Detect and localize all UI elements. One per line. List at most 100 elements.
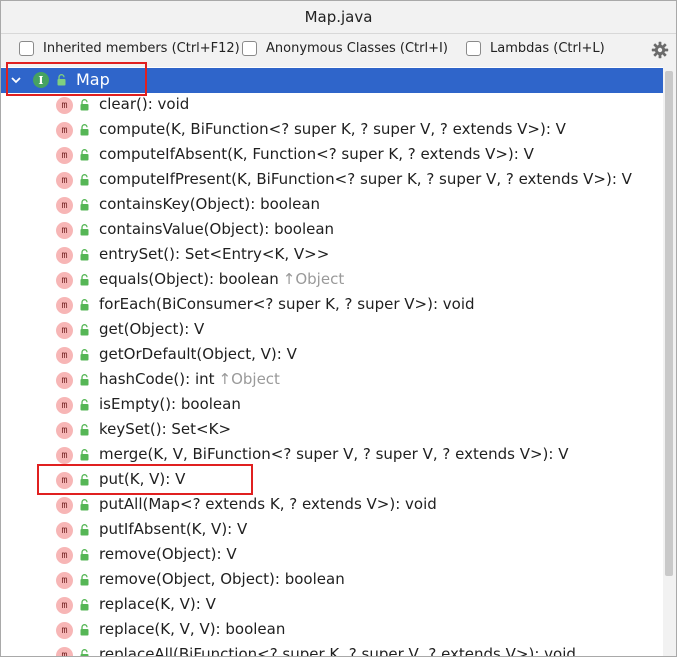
public-lock-icon bbox=[80, 224, 89, 236]
method-signature-text: remove(Object): V bbox=[99, 545, 237, 563]
method-signature-text: containsKey(Object): boolean bbox=[99, 195, 321, 213]
tree-method-row[interactable]: m putAll(Map<? extends K, ? extends V>): … bbox=[1, 493, 663, 518]
method-signature-text: putAll(Map<? extends K, ? extends V>): v… bbox=[99, 495, 437, 513]
lambdas-option[interactable]: Lambdas (Ctrl+L) bbox=[466, 41, 605, 56]
tree-method-row[interactable]: m merge(K, V, BiFunction<? super V, ? sup… bbox=[1, 443, 663, 468]
inherited-members-option[interactable]: Inherited members (Ctrl+F12) bbox=[19, 41, 240, 56]
method-signature: clear(): void bbox=[99, 95, 189, 113]
method-signature: remove(Object): V bbox=[99, 545, 237, 563]
public-lock-icon bbox=[80, 174, 89, 186]
anonymous-classes-option[interactable]: Anonymous Classes (Ctrl+I) bbox=[242, 41, 448, 56]
chevron-down-icon[interactable] bbox=[10, 74, 22, 86]
inherited-from-label: ↑Object bbox=[218, 370, 280, 388]
tree-method-row[interactable]: m isEmpty(): boolean bbox=[1, 393, 663, 418]
method-signature-text: computeIfPresent(K, BiFunction<? super K… bbox=[99, 170, 632, 188]
tree-root-map[interactable]: I Map bbox=[1, 68, 663, 93]
tree-method-row[interactable]: m replaceAll(BiFunction<? super K, ? supe… bbox=[1, 643, 663, 657]
method-signature: keySet(): Set<K> bbox=[99, 420, 231, 438]
tree-method-row[interactable]: m hashCode(): int ↑Object bbox=[1, 368, 663, 393]
method-icon: m bbox=[56, 647, 73, 656]
filter-toolbar: Inherited members (Ctrl+F12) Anonymous C… bbox=[1, 34, 676, 67]
method-signature-text: replace(K, V, V): boolean bbox=[99, 620, 286, 638]
method-signature-text: get(Object): V bbox=[99, 320, 205, 338]
method-signature-text: computeIfAbsent(K, Function<? super K, ?… bbox=[99, 145, 534, 163]
method-signature: remove(Object, Object): boolean bbox=[99, 570, 345, 588]
inherited-members-checkbox[interactable] bbox=[19, 41, 34, 56]
tree-method-row[interactable]: m putIfAbsent(K, V): V bbox=[1, 518, 663, 543]
method-icon: m bbox=[56, 447, 73, 464]
tree-method-row[interactable]: m forEach(BiConsumer<? super K, ? super V… bbox=[1, 293, 663, 318]
method-signature: get(Object): V bbox=[99, 320, 204, 338]
tree-method-row[interactable]: m get(Object): V bbox=[1, 318, 663, 343]
public-lock-icon bbox=[80, 474, 89, 486]
method-icon: m bbox=[56, 222, 73, 239]
method-icon: m bbox=[56, 547, 73, 564]
method-signature: getOrDefault(Object, V): V bbox=[99, 345, 297, 363]
public-lock-icon bbox=[80, 249, 89, 261]
method-icon: m bbox=[56, 247, 73, 264]
public-lock-icon bbox=[80, 399, 89, 411]
public-lock-icon bbox=[80, 599, 89, 611]
window-title: Map.java bbox=[304, 8, 373, 26]
lambdas-checkbox[interactable] bbox=[466, 41, 481, 56]
method-icon: m bbox=[56, 522, 73, 539]
method-signature: forEach(BiConsumer<? super K, ? super V>… bbox=[99, 295, 475, 313]
tree-method-row[interactable]: m equals(Object): boolean ↑Object bbox=[1, 268, 663, 293]
tree-method-row[interactable]: m put(K, V): V bbox=[1, 468, 663, 493]
interface-icon: I bbox=[33, 72, 49, 88]
method-icon: m bbox=[56, 497, 73, 514]
anonymous-classes-checkbox[interactable] bbox=[242, 41, 257, 56]
method-signature-text: getOrDefault(Object, V): V bbox=[99, 345, 297, 363]
method-signature: put(K, V): V bbox=[99, 470, 185, 488]
lambdas-label: Lambdas (Ctrl+L) bbox=[490, 41, 605, 56]
tree-method-row[interactable]: m containsValue(Object): boolean bbox=[1, 218, 663, 243]
method-signature: computeIfAbsent(K, Function<? super K, ?… bbox=[99, 145, 534, 163]
public-lock-icon bbox=[80, 274, 89, 286]
public-lock-icon bbox=[80, 499, 89, 511]
method-icon: m bbox=[56, 422, 73, 439]
tree-method-row[interactable]: m compute(K, BiFunction<? super K, ? supe… bbox=[1, 118, 663, 143]
public-lock-icon bbox=[80, 549, 89, 561]
gear-icon[interactable] bbox=[651, 41, 669, 59]
tree-method-row[interactable]: m computeIfAbsent(K, Function<? super K, … bbox=[1, 143, 663, 168]
method-signature-text: equals(Object): boolean bbox=[99, 270, 279, 288]
tree-method-row[interactable]: m entrySet(): Set<Entry<K, V>> bbox=[1, 243, 663, 268]
public-lock-icon bbox=[80, 349, 89, 361]
method-signature: merge(K, V, BiFunction<? super V, ? supe… bbox=[99, 445, 568, 463]
tree-method-row[interactable]: m replace(K, V): V bbox=[1, 593, 663, 618]
method-signature: hashCode(): int ↑Object bbox=[99, 370, 280, 388]
method-icon: m bbox=[56, 347, 73, 364]
method-signature-text: merge(K, V, BiFunction<? super V, ? supe… bbox=[99, 445, 569, 463]
tree-method-row[interactable]: m replace(K, V, V): boolean bbox=[1, 618, 663, 643]
method-signature-text: replaceAll(BiFunction<? super K, ? super… bbox=[99, 645, 576, 657]
inherited-from-label: ↑Object bbox=[282, 270, 345, 288]
method-icon: m bbox=[56, 172, 73, 189]
tree-method-row[interactable]: m clear(): void bbox=[1, 93, 663, 118]
tree-method-row[interactable]: m keySet(): Set<K> bbox=[1, 418, 663, 443]
method-signature-text: putIfAbsent(K, V): V bbox=[99, 520, 248, 538]
method-signature: entrySet(): Set<Entry<K, V>> bbox=[99, 245, 329, 263]
public-lock-icon bbox=[80, 424, 89, 436]
public-lock-icon bbox=[80, 524, 89, 536]
scrollbar-thumb[interactable] bbox=[665, 71, 673, 576]
method-icon: m bbox=[56, 472, 73, 489]
structure-tree: I Map m clear(): void m compute(K, BiFuncti… bbox=[1, 67, 663, 657]
tree-method-row[interactable]: m containsKey(Object): boolean bbox=[1, 193, 663, 218]
method-signature: equals(Object): boolean ↑Object bbox=[99, 270, 344, 288]
method-signature: containsValue(Object): boolean bbox=[99, 220, 334, 238]
tree-method-row[interactable]: m getOrDefault(Object, V): V bbox=[1, 343, 663, 368]
method-signature: replace(K, V, V): boolean bbox=[99, 620, 285, 638]
tree-method-row[interactable]: m remove(Object, Object): boolean bbox=[1, 568, 663, 593]
method-signature-text: put(K, V): V bbox=[99, 470, 186, 488]
tree-method-row[interactable]: m computeIfPresent(K, BiFunction<? super … bbox=[1, 168, 663, 193]
method-icon: m bbox=[56, 122, 73, 139]
public-lock-icon bbox=[80, 124, 89, 136]
method-icon: m bbox=[56, 322, 73, 339]
method-icon: m bbox=[56, 372, 73, 389]
method-icon: m bbox=[56, 197, 73, 214]
method-signature-text: compute(K, BiFunction<? super K, ? super… bbox=[99, 120, 566, 138]
structure-popup: Map.java Inherited members (Ctrl+F12) An… bbox=[0, 0, 677, 657]
tree-method-row[interactable]: m remove(Object): V bbox=[1, 543, 663, 568]
method-signature-text: keySet(): Set<K> bbox=[99, 420, 232, 438]
method-signature: computeIfPresent(K, BiFunction<? super K… bbox=[99, 170, 632, 188]
